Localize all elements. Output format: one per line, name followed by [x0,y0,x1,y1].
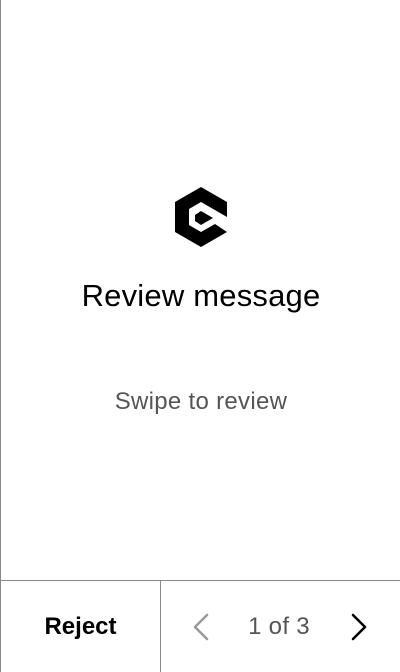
review-content[interactable]: Review message Swipe to review [1,0,400,580]
chevron-right-icon[interactable] [347,612,371,642]
page-navigator: 1 of 3 [161,581,400,672]
page-indicator: 1 of 3 [248,612,310,640]
action-footer: Reject 1 of 3 [1,580,400,672]
review-screen: Review message Swipe to review Reject 1 … [0,0,400,672]
reject-button[interactable]: Reject [1,581,161,672]
page-title: Review message [81,278,321,313]
swipe-hint: Swipe to review [114,388,288,415]
chevron-left-icon[interactable] [189,612,213,642]
app-logo-icon [175,187,227,247]
